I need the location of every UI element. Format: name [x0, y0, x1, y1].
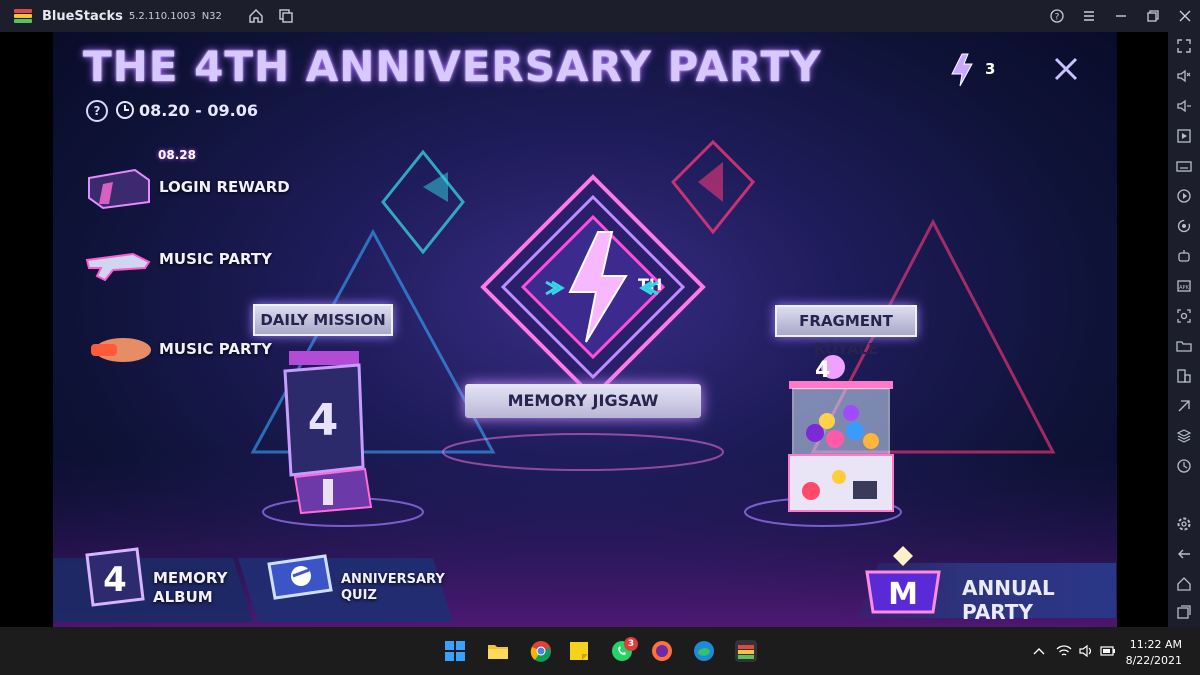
sticky-notes-icon[interactable]	[567, 639, 591, 663]
firefox-icon[interactable]	[650, 639, 674, 663]
volume-down-icon[interactable]	[1176, 98, 1192, 114]
anniversary-quiz-label[interactable]: ANNIVERSARY QUIZ	[341, 572, 445, 604]
game-screen: THE 4TH ANNIVERSARY PARTY ? 08.20 - 09.0…	[53, 32, 1117, 627]
layers-icon[interactable]	[1176, 428, 1192, 444]
volume-icon[interactable]	[1078, 644, 1094, 658]
volume-up-icon[interactable]	[1176, 68, 1192, 84]
memory-jigsaw-button[interactable]: MEMORY JIGSAW	[465, 384, 701, 418]
bluestacks-logo-icon	[14, 9, 32, 23]
app-version: 5.2.110.1003	[128, 10, 196, 22]
memory-album-label[interactable]: MEMORY ALBUM	[153, 569, 227, 607]
eco-mode-icon[interactable]	[1176, 398, 1192, 414]
windows-start-icon[interactable]	[443, 639, 467, 663]
anniversary-quiz-line2: QUIZ	[341, 588, 377, 603]
settings-gear-icon[interactable]	[1176, 516, 1192, 532]
multi-instance-icon[interactable]	[278, 8, 294, 24]
svg-text:M: M	[888, 577, 918, 612]
event-title: THE 4TH ANNIVERSARY PARTY	[83, 42, 822, 91]
svg-text:APK: APK	[1179, 285, 1189, 291]
android-home-icon[interactable]	[1176, 576, 1192, 592]
memory-jigsaw-logo[interactable]: TH	[478, 172, 708, 402]
daily-mission-banner[interactable]: DAILY MISSION	[253, 304, 393, 336]
macro-icon[interactable]	[1176, 188, 1192, 204]
chrome-icon[interactable]	[529, 639, 553, 663]
file-explorer-icon[interactable]	[486, 639, 510, 663]
event-date-range: 08.20 - 09.06	[139, 101, 258, 120]
memory-album-line2: ALBUM	[153, 588, 213, 606]
help-button[interactable]: ?	[86, 100, 108, 122]
letterbox-right	[1117, 32, 1168, 627]
anniversary-token-icon	[951, 53, 973, 87]
music-party-fist-icon[interactable]	[83, 326, 155, 372]
music-party-label-1[interactable]: MUSIC PARTY	[159, 250, 272, 268]
menu-icon[interactable]	[1082, 9, 1096, 23]
letterbox-left	[0, 32, 53, 627]
token-count: 3	[985, 60, 996, 78]
windows-taskbar: 3 11:22 AM 8/22/2021	[0, 627, 1200, 675]
help-icon[interactable]: ?	[1050, 9, 1064, 23]
svg-text:4: 4	[815, 358, 830, 383]
svg-text:?: ?	[1055, 13, 1060, 23]
login-reward-box-icon[interactable]	[83, 164, 155, 210]
edge-icon[interactable]	[692, 639, 716, 663]
anniversary-quiz-icon[interactable]	[263, 550, 335, 604]
bluestacks-sidebar: APK	[1168, 32, 1200, 627]
recent-apps-icon[interactable]	[1176, 604, 1192, 620]
game-controls-icon[interactable]	[1176, 248, 1192, 264]
wifi-icon[interactable]	[1056, 644, 1072, 658]
anniversary-quiz-line1: ANNIVERSARY	[341, 572, 445, 587]
screenshot-icon[interactable]	[1176, 308, 1192, 324]
screen-record-icon[interactable]	[1176, 128, 1192, 144]
folder-icon[interactable]	[1176, 338, 1192, 354]
login-reward-date-badge: 08.28	[158, 148, 196, 162]
annual-party-label[interactable]: ANNUAL PARTY	[962, 576, 1117, 624]
svg-text:4: 4	[308, 395, 339, 446]
minimize-icon[interactable]	[1114, 9, 1128, 23]
tray-overflow-chevron-icon[interactable]	[1031, 644, 1047, 658]
daily-mission-machine-icon[interactable]: 4	[275, 347, 385, 517]
taskbar-date: 8/22/2021	[1125, 654, 1182, 667]
close-window-icon[interactable]	[1178, 9, 1192, 23]
fragment-royale-gacha-icon[interactable]: 4	[781, 347, 901, 519]
app-build: N32	[201, 10, 222, 22]
clock-sync-icon[interactable]	[1176, 458, 1192, 474]
apk-install-icon[interactable]: APK	[1176, 278, 1192, 294]
taskbar-time: 11:22 AM	[1129, 638, 1182, 651]
close-event-icon[interactable]	[1053, 56, 1079, 82]
bluestacks-taskbar-icon[interactable]	[734, 639, 758, 663]
keyboard-icon[interactable]	[1176, 158, 1192, 174]
clock-icon	[116, 101, 134, 119]
music-party-gun-icon[interactable]	[83, 240, 155, 286]
sync-icon[interactable]	[1176, 218, 1192, 234]
annual-party-icon[interactable]: M	[853, 542, 953, 620]
clock-area[interactable]: 11:22 AM 8/22/2021	[1126, 637, 1182, 669]
fragment-royale-banner[interactable]: FRAGMENT ROYALE	[775, 305, 917, 358]
music-party-label-2[interactable]: MUSIC PARTY	[159, 340, 272, 358]
whatsapp-notification-badge: 3	[624, 637, 638, 651]
restore-icon[interactable]	[1146, 9, 1160, 23]
battery-icon[interactable]	[1100, 644, 1116, 658]
memory-album-icon[interactable]: 4	[83, 547, 147, 609]
multi-device-icon[interactable]	[1176, 368, 1192, 384]
back-arrow-icon[interactable]	[1176, 546, 1192, 562]
fullscreen-icon[interactable]	[1176, 38, 1192, 54]
svg-text:4: 4	[103, 560, 127, 600]
memory-album-line1: MEMORY	[153, 569, 228, 587]
title-bar: BlueStacks 5.2.110.1003 N32 ?	[0, 0, 1200, 32]
home-icon[interactable]	[248, 8, 264, 24]
app-name: BlueStacks	[42, 8, 123, 24]
login-reward-label[interactable]: LOGIN REWARD	[159, 178, 290, 196]
